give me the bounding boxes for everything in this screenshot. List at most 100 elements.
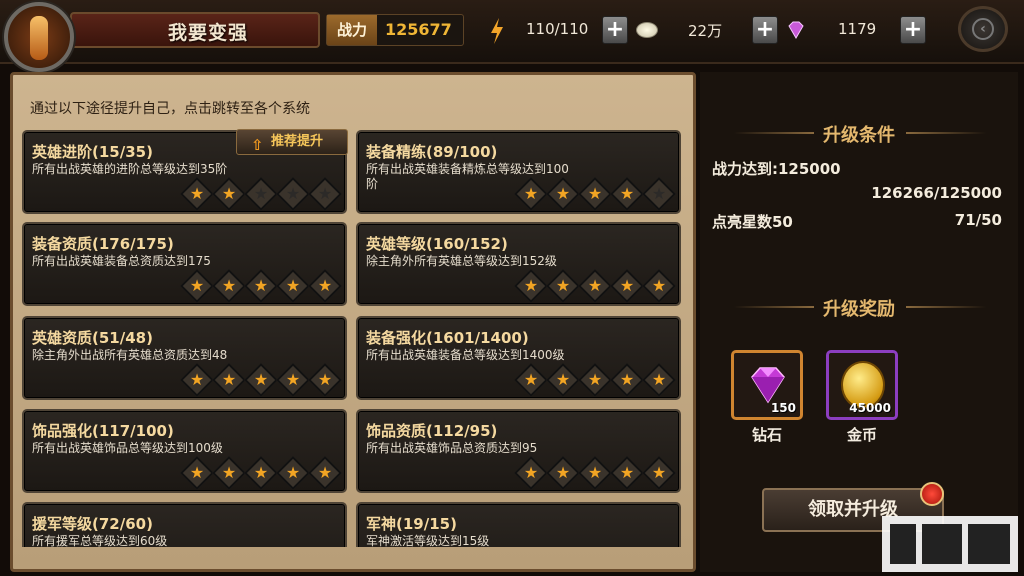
star-lit-icon: ★ [546,456,580,490]
star-lit-icon: ★ [308,456,342,490]
card-title: 装备资质(176/175) [32,235,174,253]
stars-requirement-progress: 71/50 [954,211,1002,229]
card-stars: ★ ★ ★ ★ ★ [514,363,676,397]
notification-dot-icon [920,482,944,506]
card-accessory-quality[interactable]: 饰品资质(112/95) 所有出战英雄饰品总资质达到95 ★ ★ ★ ★ ★ [356,409,681,493]
star-lit-icon: ★ [212,456,246,490]
star-lit-icon: ★ [578,363,612,397]
star-lit-icon: ★ [308,269,342,303]
star-lit-icon: ★ [610,363,644,397]
star-lit-icon: ★ [514,177,548,211]
up-arrow-icon: ⇧ [251,136,264,154]
card-reinforcement-level[interactable]: 援军等级(72/60) 所有援军总等级达到60级 [22,502,347,547]
combat-power-value: 125677 [385,20,452,39]
stars-requirement-label: 点亮星数50 [712,213,793,231]
reward-count: 150 [770,401,796,415]
page-title: 我要变强 [168,22,249,44]
card-hero-quality[interactable]: 英雄资质(51/48) 除主角外出战所有英雄总资质达到48 ★ ★ ★ ★ ★ [22,316,347,400]
card-title: 英雄等级(160/152) [366,235,508,253]
recommend-label: 推荐提升 [271,134,324,149]
star-unlit-icon: ★ [276,177,310,211]
star-lit-icon: ★ [546,269,580,303]
card-equip-enhance[interactable]: 装备强化(1601/1400) 所有出战英雄装备总等级达到1400级 ★ ★ ★ ★ ★ [356,316,681,400]
coins-value: 22万 [688,22,723,40]
star-lit-icon: ★ [610,177,644,211]
star-lit-icon: ★ [276,456,310,490]
star-lit-icon: ★ [610,269,644,303]
card-title: 援军等级(72/60) [32,515,153,533]
reward-name: 钻石 [751,426,782,444]
card-description: 所有出战英雄装备总资质达到175 [32,254,211,268]
reward-diamond[interactable]: 150 [731,350,803,420]
star-lit-icon: ★ [244,456,278,490]
card-description: 所有出战英雄的进阶总等级达到35阶 [32,162,228,176]
star-lit-icon: ★ [610,456,644,490]
combat-power-label: 战力 [327,15,377,45]
power-requirement-progress: 126266/125000 [871,184,1002,202]
star-lit-icon: ★ [514,363,548,397]
star-lit-icon: ★ [212,177,246,211]
rewards-header: 升级奖励 [700,290,1018,324]
conditions-header: 升级条件 [700,116,1018,150]
star-lit-icon: ★ [212,269,246,303]
diamond-gem-icon [751,367,785,404]
energy-bolt-icon [491,18,503,44]
card-stars: ★ ★ ★ ★ ★ [180,363,342,397]
card-description: 除主角外出战所有英雄总资质达到48 [32,348,228,362]
add-diamonds-button[interactable]: + [900,16,926,44]
card-title: 英雄资质(51/48) [32,329,153,347]
diamonds-value: 1179 [838,20,877,38]
star-lit-icon: ★ [308,363,342,397]
star-lit-icon: ★ [642,363,676,397]
card-title: 饰品资质(112/95) [366,422,498,440]
card-stars: ★ ★ ★ ★ ★ [180,456,342,490]
card-stars: ★ ★ ★ ★ ★ [180,269,342,303]
rewards-title: 升级奖励 [823,299,895,320]
card-war-god[interactable]: 军神(19/15) 军神激活等级达到15级 [356,502,681,547]
watermark-logo-icon [882,516,1018,572]
star-lit-icon: ★ [180,456,214,490]
star-lit-icon: ★ [578,456,612,490]
star-lit-icon: ★ [276,269,310,303]
card-accessory-enhance[interactable]: 饰品强化(117/100) 所有出战英雄饰品总等级达到100级 ★ ★ ★ ★ ★ [22,409,347,493]
recommend-tag: ⇧ 推荐提升 [236,129,348,155]
card-title: 装备精练(89/100) [366,143,498,161]
card-stars: ★ ★ ★ ★ ★ [514,456,676,490]
star-lit-icon: ★ [546,177,580,211]
back-button[interactable]: ‹ [958,6,1008,52]
player-emblem-icon[interactable] [4,2,74,72]
card-equip-quality[interactable]: 装备资质(176/175) 所有出战英雄装备总资质达到175 ★ ★ ★ ★ ★ [22,222,347,306]
star-lit-icon: ★ [546,363,580,397]
reward-name: 金币 [846,426,877,444]
card-description: 所有援军总等级达到60级 [32,534,168,547]
card-description: 所有出战英雄饰品总等级达到100级 [32,441,223,455]
star-lit-icon: ★ [642,269,676,303]
star-lit-icon: ★ [180,363,214,397]
card-hero-advance[interactable]: 英雄进阶(15/35) 所有出战英雄的进阶总等级达到35阶 ★ ★ ★ ★ ★ ⇧ 推荐… [22,129,348,214]
card-description: 军神激活等级达到15级 [366,534,490,547]
reward-gold[interactable]: 45000 [826,350,898,420]
star-lit-icon: ★ [180,269,214,303]
card-stars: ★ ★ ★ ★ ★ [514,269,676,303]
card-description: 除主角外所有英雄总等级达到152级 [366,254,557,268]
star-unlit-icon: ★ [642,177,676,211]
star-lit-icon: ★ [514,269,548,303]
star-unlit-icon: ★ [244,177,278,211]
card-title: 装备强化(1601/1400) [366,329,529,347]
add-energy-button[interactable]: + [602,16,628,44]
card-equip-refine[interactable]: 装备精练(89/100) 所有出战英雄装备精炼总等级达到100阶 ★ ★ ★ ★ ★ [356,130,681,214]
add-coins-button[interactable]: + [752,16,778,44]
star-lit-icon: ★ [180,177,214,211]
card-description: 所有出战英雄装备总等级达到1400级 [366,348,565,362]
improvement-card-list[interactable]: 英雄进阶(15/35) 所有出战英雄的进阶总等级达到35阶 ★ ★ ★ ★ ★ ⇧ 推荐… [18,122,688,547]
card-stars: ★ ★ ★ ★ ★ [514,177,676,211]
card-description: 所有出战英雄饰品总资质达到95 [366,441,538,455]
silver-coin-icon [636,22,658,38]
star-lit-icon: ★ [244,363,278,397]
card-stars: ★ ★ ★ ★ ★ [180,177,342,211]
card-hero-level[interactable]: 英雄等级(160/152) 除主角外所有英雄总等级达到152级 ★ ★ ★ ★ ★ [356,222,681,306]
energy-value: 110/110 [526,20,589,38]
card-title: 饰品强化(117/100) [32,422,174,440]
star-lit-icon: ★ [212,363,246,397]
combat-power-box: 战力 125677 [326,14,464,46]
